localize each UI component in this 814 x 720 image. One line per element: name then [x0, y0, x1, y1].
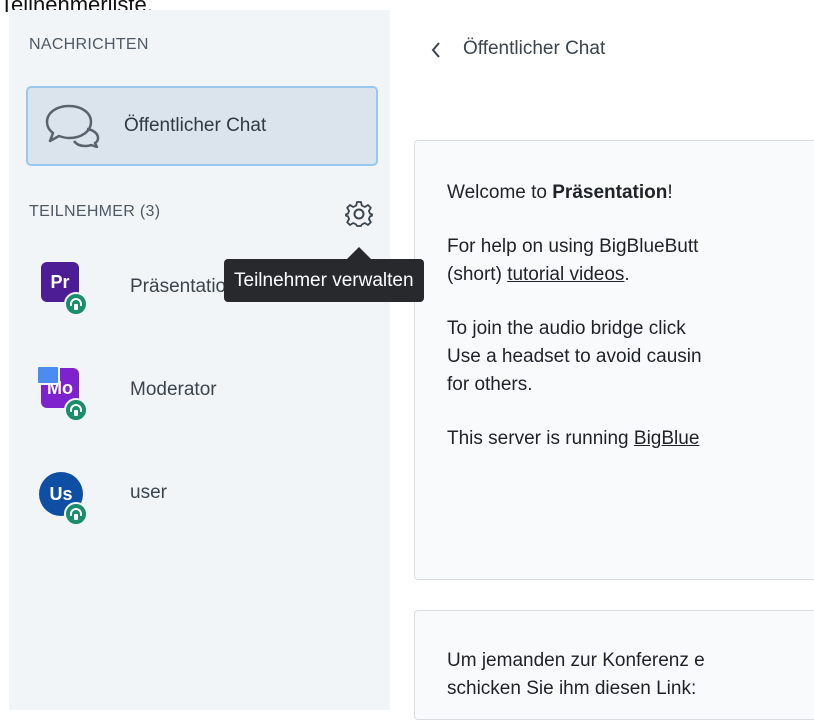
- bigbluebutton-link[interactable]: BigBlue: [634, 428, 700, 449]
- others-line: for others.: [447, 374, 533, 395]
- avatar-initials: Pr: [50, 271, 70, 292]
- gear-icon[interactable]: [345, 200, 373, 233]
- welcome-message: Welcome to Präsentation! For help on usi…: [414, 140, 814, 580]
- audio-line: To join the audio bridge click: [447, 318, 686, 339]
- tutorial-videos-link[interactable]: tutorial videos: [507, 264, 624, 285]
- headset-icon: [64, 502, 88, 526]
- public-chat-label: Öffentlicher Chat: [124, 115, 267, 136]
- avatar-initials: Us: [49, 483, 73, 504]
- user-list-item[interactable]: Us user: [9, 472, 390, 544]
- tooltip-arrow: [347, 247, 371, 259]
- headset-icon: [64, 292, 88, 316]
- user-name: user: [130, 482, 167, 503]
- chat-title[interactable]: Öffentlicher Chat: [463, 38, 605, 60]
- public-chat-item[interactable]: Öffentlicher Chat: [26, 86, 378, 166]
- welcome-line: Welcome to Präsentation!: [447, 182, 673, 203]
- user-name: Moderator: [130, 379, 217, 400]
- manage-participants-tooltip: Teilnehmer verwalten: [224, 259, 424, 302]
- chat-panel: Öffentlicher Chat Welcome to Präsentatio…: [390, 0, 814, 720]
- invite-line-2: schicken Sie ihm diesen Link:: [447, 678, 697, 699]
- help-line-2: (short) tutorial videos.: [447, 264, 630, 285]
- chevron-left-icon[interactable]: [430, 41, 442, 64]
- headset-icon: [64, 398, 88, 422]
- participants-section-title: TEILNEHMER (3): [29, 203, 161, 220]
- user-list-item[interactable]: Mo Moderator: [9, 365, 390, 438]
- messages-section-title: NACHRICHTEN: [29, 36, 149, 53]
- presenter-icon: [36, 365, 60, 385]
- user-list-sidebar: NACHRICHTEN Öffentlicher Chat TEILNEHMER…: [9, 10, 390, 710]
- server-line: This server is running BigBlue: [447, 428, 700, 449]
- invite-message: Um jemanden zur Konferenz e schicken Sie…: [414, 610, 814, 720]
- help-line: For help on using BigBlueButt: [447, 236, 699, 257]
- chat-bubbles-icon: [42, 102, 100, 153]
- headset-line: Use a headset to avoid causin: [447, 346, 702, 367]
- invite-line: Um jemanden zur Konferenz e: [447, 650, 705, 671]
